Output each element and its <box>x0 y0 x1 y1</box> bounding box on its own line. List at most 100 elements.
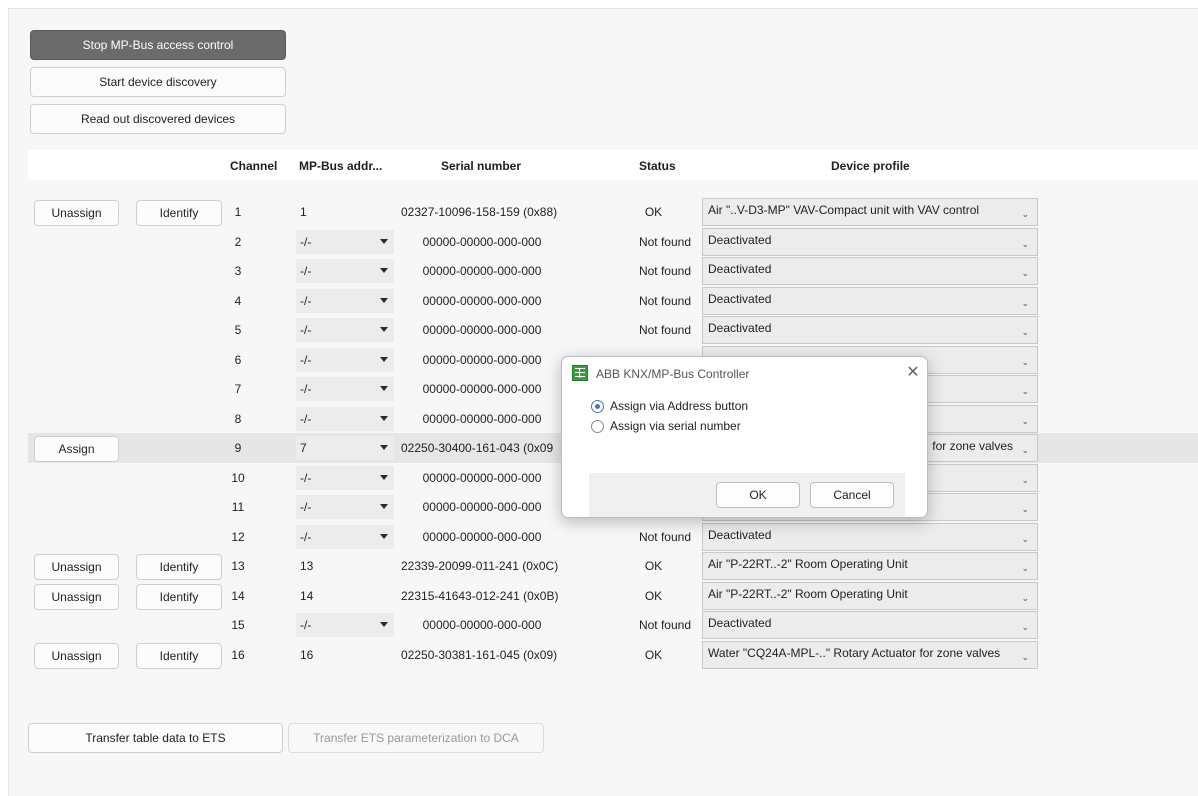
unassign-button[interactable]: Unassign <box>34 583 119 610</box>
address-dropdown[interactable]: -/- <box>296 377 394 401</box>
device-profile-value: Water "CQ24A-MPL-.." Rotary Actuator for… <box>708 645 1001 660</box>
channel-cell: 16 <box>231 647 245 662</box>
chevron-down-icon[interactable]: ⌄ <box>1021 622 1029 633</box>
chevron-down-icon[interactable]: ⌄ <box>1021 298 1029 309</box>
address-dropdown[interactable]: -/- <box>296 229 394 254</box>
identify-button[interactable]: Identify <box>136 554 222 580</box>
radio-selected-icon[interactable] <box>591 399 604 413</box>
address-value: -/- <box>300 234 312 249</box>
device-profile-dropdown[interactable]: Air "P-22RT..-2" Room Operating Unit ⌄ <box>702 581 1038 610</box>
address-dropdown[interactable]: -/- <box>296 347 394 372</box>
caret-down-icon[interactable] <box>380 297 388 303</box>
unassign-button[interactable]: Unassign <box>34 200 119 226</box>
identify-button[interactable]: Identify <box>136 200 222 226</box>
table-row: Unassign Identify 13 13 22339-20099-011-241 … <box>28 551 1198 581</box>
address-dropdown[interactable]: 7 <box>296 436 394 460</box>
device-profile-value: Air "P-22RT..-2" Room Operating Unit <box>708 586 908 601</box>
chevron-down-icon[interactable]: ⌄ <box>1021 593 1029 604</box>
ok-button[interactable]: OK <box>716 482 800 508</box>
device-profile-dropdown[interactable]: Water "CQ24A-MPL-.." Rotary Actuator for… <box>702 640 1038 669</box>
address-value: -/- <box>300 323 312 337</box>
option-serial-number[interactable]: Assign via serial number <box>591 419 741 433</box>
chevron-down-icon[interactable]: ⌄ <box>1021 386 1029 397</box>
chevron-down-icon[interactable]: ⌄ <box>1021 357 1029 368</box>
caret-down-icon[interactable] <box>380 386 388 391</box>
read-out-devices-button[interactable]: Read out discovered devices <box>30 104 286 134</box>
chevron-down-icon[interactable]: ⌄ <box>1021 209 1029 220</box>
device-profile-value: Deactivated <box>708 527 772 542</box>
device-profile-dropdown[interactable]: Deactivated ⌄ <box>702 522 1038 551</box>
serial-cell: 00000-00000-000-000 <box>422 500 542 514</box>
address-cell: 14 <box>296 584 394 608</box>
caret-down-icon[interactable] <box>380 238 388 244</box>
stop-access-control-button[interactable]: Stop MP-Bus access control <box>30 30 286 60</box>
chevron-down-icon[interactable]: ⌄ <box>1021 534 1029 545</box>
chevron-down-icon[interactable]: ⌄ <box>1021 504 1029 515</box>
address-dropdown[interactable]: -/- <box>296 613 394 637</box>
device-profile-dropdown[interactable]: Air "..V-D3-MP" VAV-Compact unit with VA… <box>702 198 1038 226</box>
serial-cell: 00000-00000-000-000 <box>422 234 542 249</box>
cancel-button[interactable]: Cancel <box>810 482 894 508</box>
device-profile-dropdown[interactable]: Deactivated ⌄ <box>702 316 1038 344</box>
address-dropdown[interactable]: -/- <box>296 259 394 283</box>
unassign-button[interactable]: Unassign <box>34 642 119 669</box>
table-row: 15 -/- 00000-00000-000-000 Not found Deactiv… <box>28 610 1198 640</box>
chevron-down-icon[interactable]: ⌄ <box>1021 239 1029 250</box>
chevron-down-icon[interactable]: ⌄ <box>1021 416 1029 427</box>
caret-down-icon[interactable] <box>380 445 388 450</box>
device-profile-dropdown[interactable]: Deactivated ⌄ <box>702 257 1038 285</box>
close-icon[interactable]: ✕ <box>902 361 924 383</box>
chevron-down-icon[interactable]: ⌄ <box>1021 268 1029 279</box>
device-profile-value: Deactivated <box>708 232 772 247</box>
address-cell: 1 <box>296 200 394 224</box>
chevron-down-icon[interactable]: ⌄ <box>1021 445 1029 456</box>
chevron-down-icon[interactable]: ⌄ <box>1021 563 1029 574</box>
option-serial-label: Assign via serial number <box>610 419 741 433</box>
channel-cell: 10 <box>231 470 245 485</box>
caret-down-icon[interactable] <box>380 268 388 273</box>
assign-button[interactable]: Assign <box>34 436 119 462</box>
radio-unselected-icon[interactable] <box>591 419 604 433</box>
address-value: -/- <box>300 264 312 278</box>
identify-button[interactable]: Identify <box>136 642 222 669</box>
address-dropdown[interactable]: -/- <box>296 406 394 431</box>
caret-down-icon[interactable] <box>380 474 388 480</box>
device-profile-dropdown[interactable]: Deactivated ⌄ <box>702 611 1038 639</box>
table-header: Channel MP-Bus addr... Serial number Sta… <box>28 150 1198 180</box>
header-address: MP-Bus addr... <box>299 159 383 173</box>
address-dropdown[interactable]: -/- <box>296 288 394 313</box>
device-profile-value: Deactivated <box>708 262 772 276</box>
transfer-to-ets-button[interactable]: Transfer table data to ETS <box>28 723 283 753</box>
channel-cell: 7 <box>234 382 242 396</box>
caret-down-icon[interactable] <box>380 504 388 509</box>
status-cell: OK <box>644 588 663 603</box>
unassign-button[interactable]: Unassign <box>34 554 119 580</box>
caret-down-icon[interactable] <box>380 415 388 421</box>
address-dropdown[interactable]: -/- <box>296 465 394 490</box>
caret-down-icon[interactable] <box>380 356 388 362</box>
table-row: 5 -/- 00000-00000-000-000 Not found Deactiva… <box>28 315 1198 345</box>
channel-cell: 1 <box>234 205 242 219</box>
device-profile-dropdown[interactable]: Deactivated ⌄ <box>702 227 1038 256</box>
start-discovery-button[interactable]: Start device discovery <box>30 67 286 97</box>
identify-button[interactable]: Identify <box>136 583 222 610</box>
dialog-title: ABB KNX/MP-Bus Controller <box>596 367 750 381</box>
chevron-down-icon[interactable]: ⌄ <box>1021 652 1029 663</box>
address-value: -/- <box>300 293 312 308</box>
address-cell: 16 <box>296 643 394 667</box>
chevron-down-icon[interactable]: ⌄ <box>1021 475 1029 486</box>
device-profile-dropdown[interactable]: Deactivated ⌄ <box>702 286 1038 315</box>
address-dropdown[interactable]: -/- <box>296 524 394 549</box>
address-value: -/- <box>300 411 312 426</box>
caret-down-icon[interactable] <box>380 622 388 627</box>
header-serial: Serial number <box>441 159 522 173</box>
serial-cell: 02250-30400-161-043 (0x09 <box>401 441 554 455</box>
caret-down-icon[interactable] <box>380 327 388 332</box>
option-address-button[interactable]: Assign via Address button <box>591 399 748 413</box>
address-dropdown[interactable]: -/- <box>296 495 394 519</box>
chevron-down-icon[interactable]: ⌄ <box>1021 327 1029 338</box>
caret-down-icon[interactable] <box>380 533 388 539</box>
address-dropdown[interactable]: -/- <box>296 318 394 342</box>
device-profile-dropdown[interactable]: Air "P-22RT..-2" Room Operating Unit ⌄ <box>702 552 1038 580</box>
serial-cell: 00000-00000-000-000 <box>422 470 542 485</box>
